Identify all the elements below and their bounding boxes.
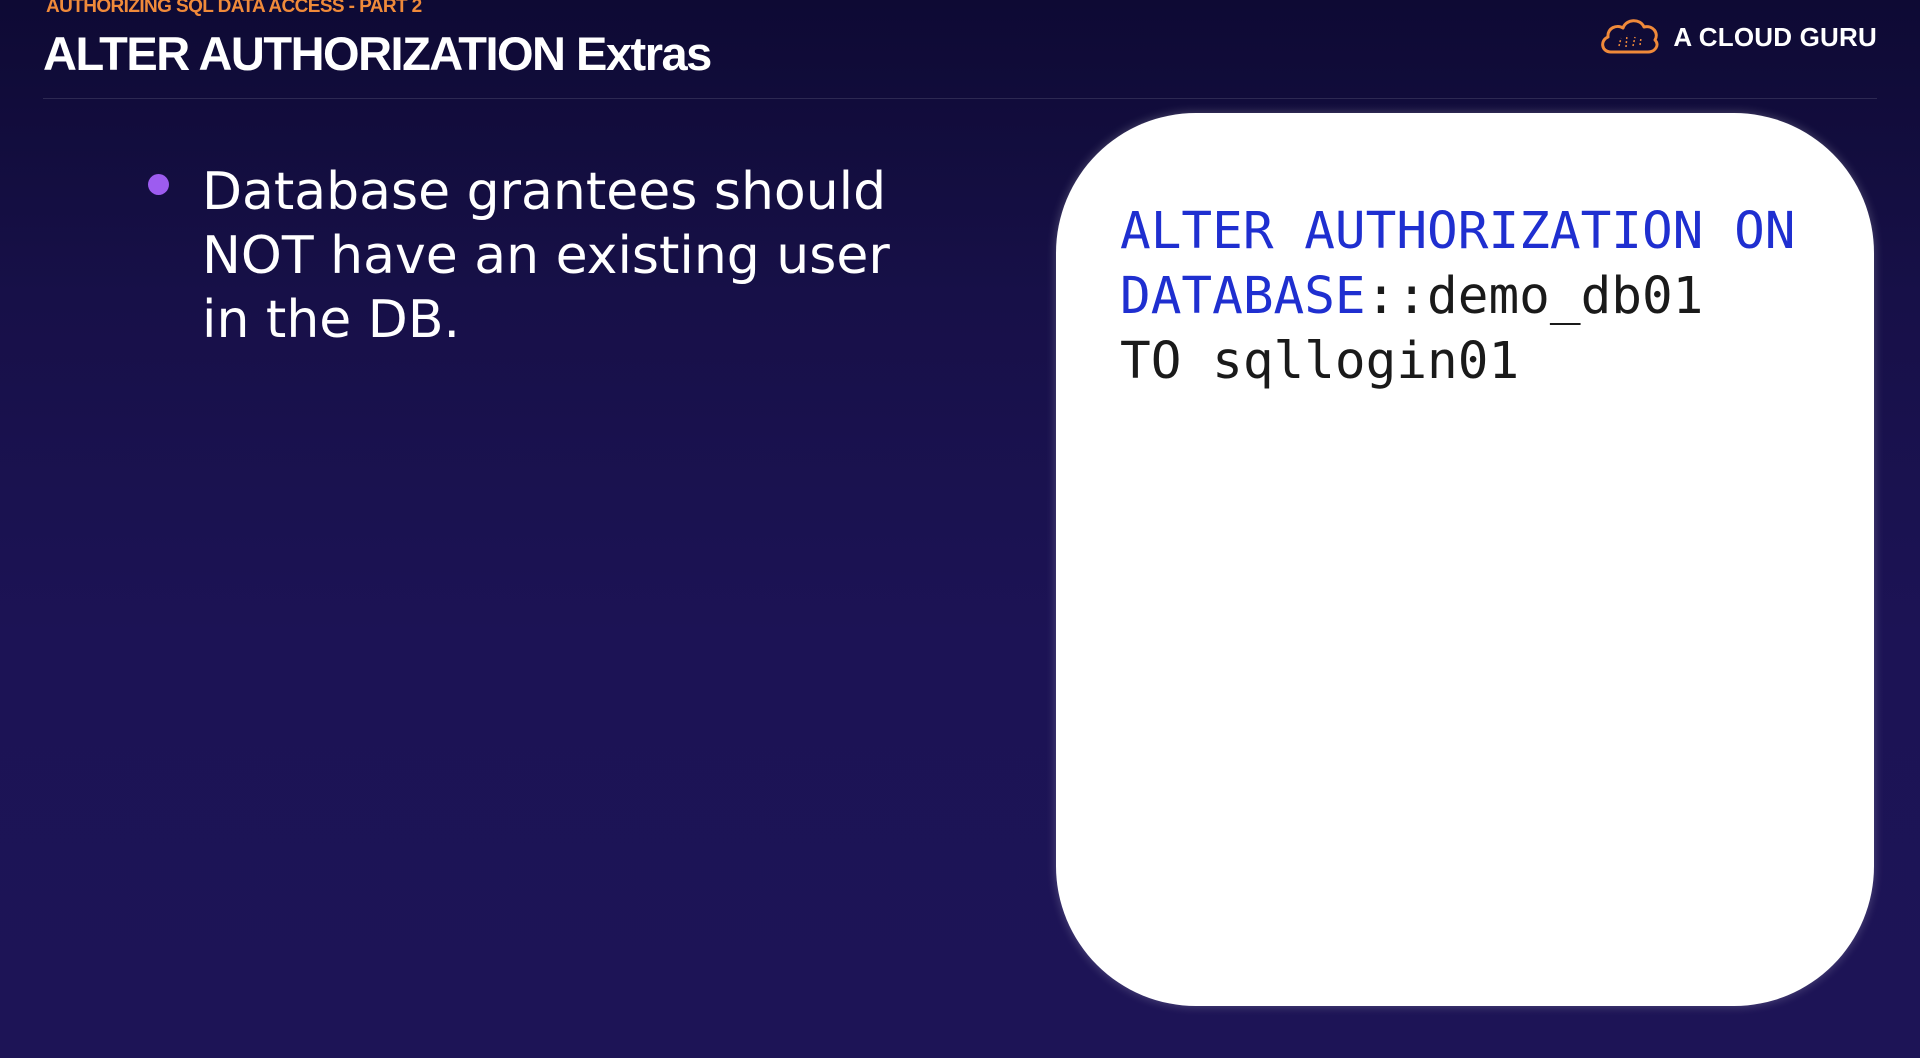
section-eyebrow: AUTHORIZING SQL DATA ACCESS - PART 2 [46,0,422,17]
sql-keyword: ALTER AUTHORIZATION ON [1120,202,1796,261]
bullet-text: Database grantees should NOT have an exi… [202,162,890,350]
sql-object-name: ::demo_db01 [1365,267,1704,326]
cloud-icon [1601,19,1659,54]
sql-target-clause: TO sqllogin01 [1120,332,1520,391]
sql-code-block: ALTER AUTHORIZATION ON DATABASE::demo_db… [1120,199,1796,394]
header-divider [43,98,1877,99]
sql-keyword: DATABASE [1120,267,1366,326]
bullet-dot-icon [148,174,169,195]
bullet-list: Database grantees should NOT have an exi… [148,160,908,352]
brand: A CLOUD GURU [1597,16,1877,58]
slide-title: ALTER AUTHORIZATION Extras [43,27,712,80]
code-card: ALTER AUTHORIZATION ON DATABASE::demo_db… [1056,113,1874,1006]
brand-name: A CLOUD GURU [1673,21,1877,52]
bullet-item: Database grantees should NOT have an exi… [148,160,908,352]
